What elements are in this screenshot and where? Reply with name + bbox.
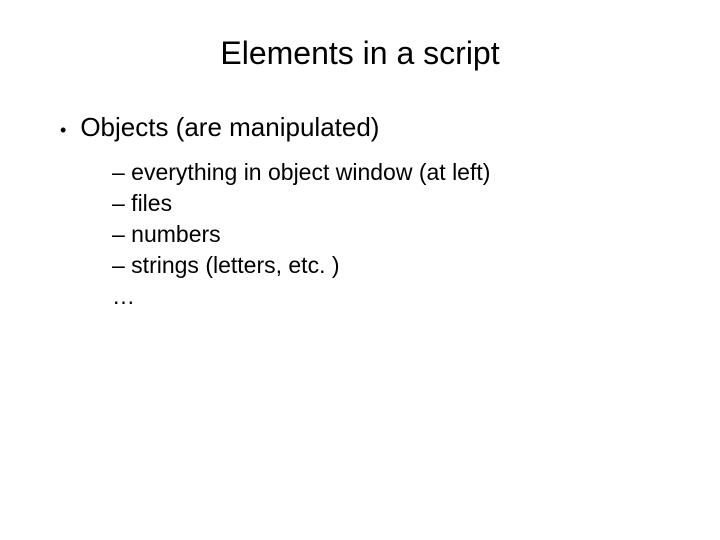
sub-bullet-numbers: – numbers bbox=[112, 219, 680, 250]
slide-container: Elements in a script • Objects (are mani… bbox=[0, 0, 720, 540]
sub-bullet-everything: – everything in object window (at left) bbox=[112, 157, 680, 188]
bullet-item-objects: • Objects (are manipulated) bbox=[60, 112, 680, 143]
bullet-text: Objects (are manipulated) bbox=[80, 112, 379, 143]
sub-bullet-strings: – strings (letters, etc. ) bbox=[112, 250, 680, 281]
sub-bullet-files: – files bbox=[112, 188, 680, 219]
sub-bullet-ellipsis: … bbox=[112, 281, 680, 312]
bullet-marker: • bbox=[60, 120, 66, 141]
slide-title: Elements in a script bbox=[40, 35, 680, 72]
